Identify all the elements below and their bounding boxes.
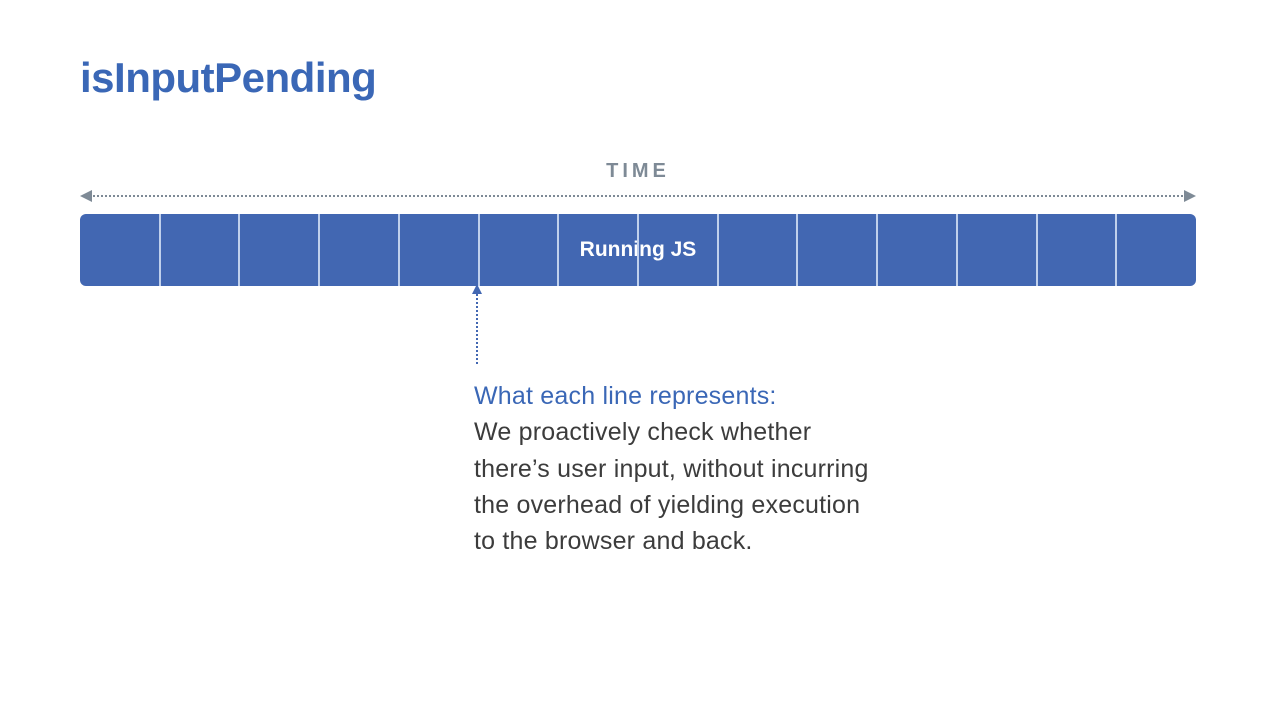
bar-tick: [557, 214, 559, 286]
bar-tick: [318, 214, 320, 286]
arrow-left-icon: [80, 190, 92, 202]
bar-tick: [238, 214, 240, 286]
callout-heading: What each line represents:: [474, 378, 874, 414]
bar-tick: [398, 214, 400, 286]
bar-tick: [956, 214, 958, 286]
bar-tick: [637, 214, 639, 286]
bar-tick: [1036, 214, 1038, 286]
time-axis: [80, 190, 1196, 202]
bar-tick: [1115, 214, 1117, 286]
bar-tick: [796, 214, 798, 286]
bar-tick: [159, 214, 161, 286]
time-axis-dotted-line: [90, 195, 1186, 197]
bar-tick: [478, 214, 480, 286]
callout-body: We proactively check whether there’s use…: [474, 418, 869, 555]
callout-text: What each line represents: We proactivel…: [474, 378, 874, 559]
bar-tick: [717, 214, 719, 286]
page-title: isInputPending: [80, 54, 376, 102]
callout-dotted-line: [476, 286, 478, 364]
time-axis-label: TIME: [80, 160, 1196, 183]
arrow-right-icon: [1184, 190, 1196, 202]
bar-tick: [876, 214, 878, 286]
arrow-up-icon: [472, 284, 482, 294]
running-js-bar: Running JS: [80, 214, 1196, 286]
slide: isInputPending TIME Running JS What each…: [0, 0, 1276, 717]
